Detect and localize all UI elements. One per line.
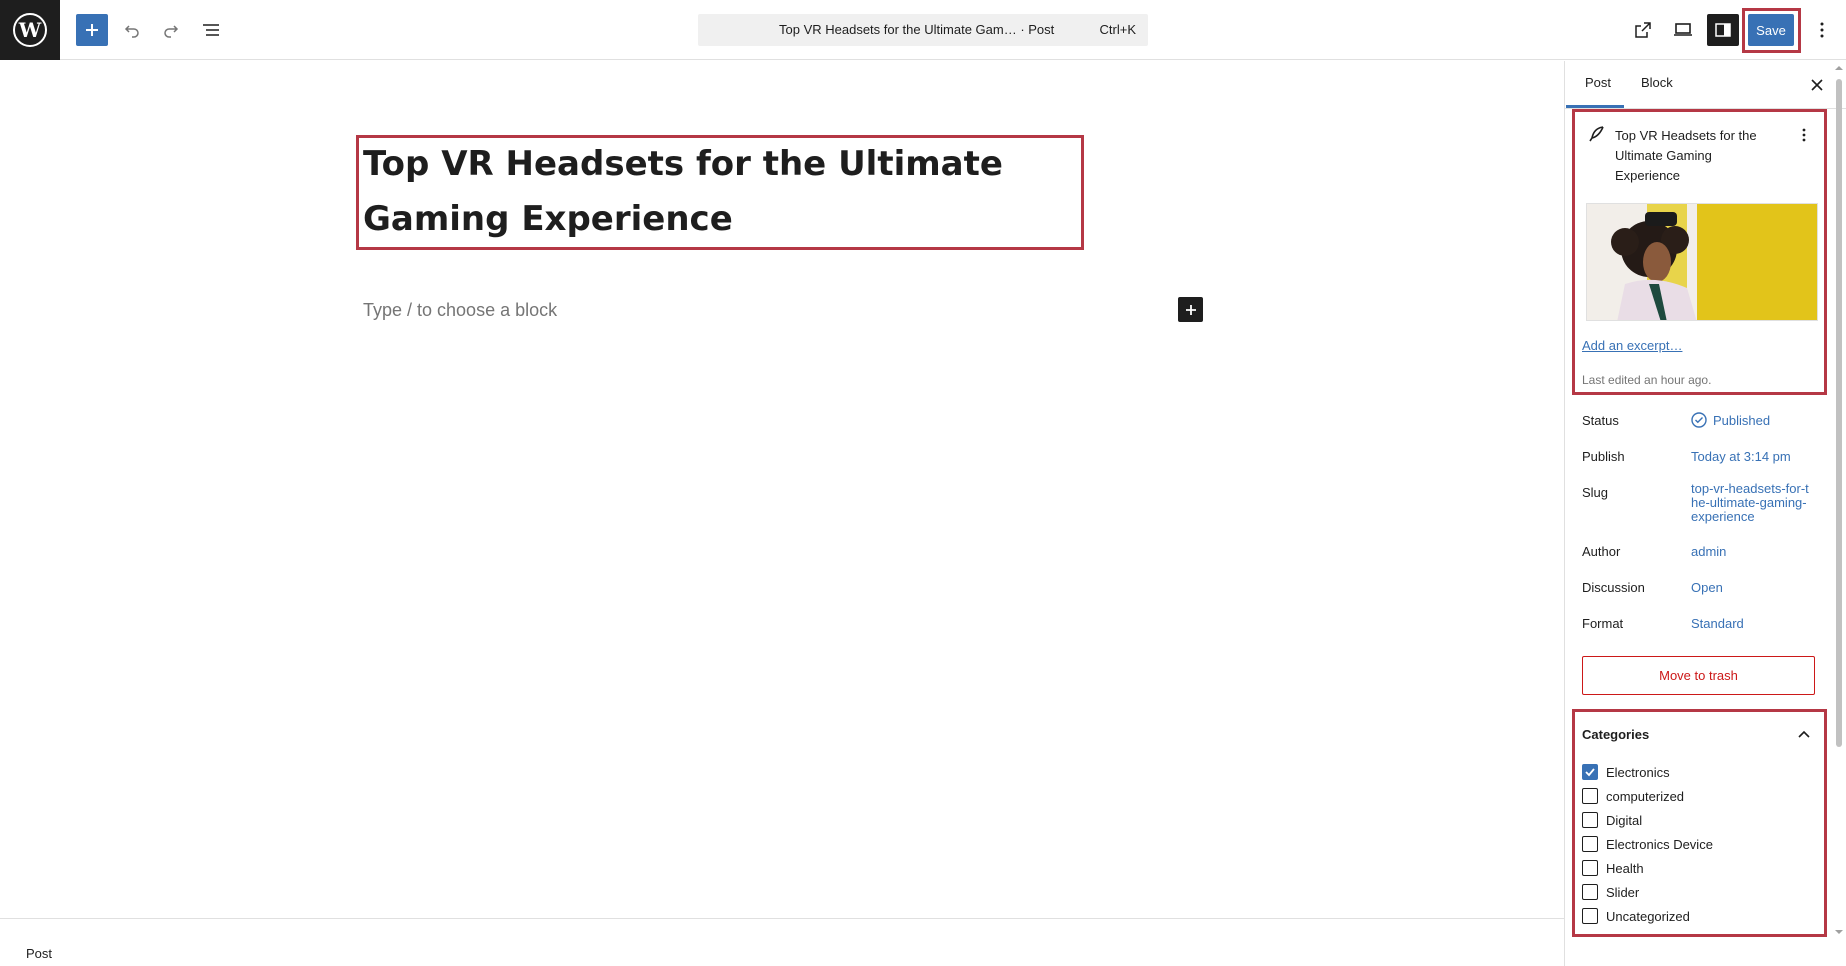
sidebar-tabs: Post Block	[1565, 61, 1846, 109]
author-label: Author	[1582, 544, 1621, 559]
save-button[interactable]: Save	[1748, 14, 1794, 46]
post-actions-icon[interactable]	[1794, 125, 1814, 145]
editor-canvas: Top VR Headsets for the Ultimate Gaming …	[0, 61, 1564, 932]
category-label: Health	[1606, 860, 1644, 876]
tab-block[interactable]: Block	[1641, 75, 1673, 90]
redo-icon[interactable]	[155, 14, 187, 46]
editor-header: W Top VR Headsets for the Ultimate Gam… …	[0, 0, 1846, 60]
command-palette-bar[interactable]: Top VR Headsets for the Ultimate Gam… · …	[698, 14, 1148, 46]
category-item[interactable]: Electronics	[1582, 763, 1670, 781]
active-tab-indicator	[1566, 105, 1624, 108]
category-item[interactable]: Slider	[1582, 883, 1639, 901]
more-options-icon[interactable]	[1806, 14, 1838, 46]
category-checkbox[interactable]	[1582, 884, 1598, 900]
command-bar-shortcut: Ctrl+K	[1099, 22, 1136, 37]
sidebar-post-title: Top VR Headsets for the Ultimate Gaming …	[1615, 128, 1757, 183]
category-checkbox[interactable]	[1582, 836, 1598, 852]
breadcrumb[interactable]: Post	[26, 946, 52, 961]
featured-image[interactable]	[1586, 203, 1818, 321]
category-checkbox[interactable]	[1582, 860, 1598, 876]
category-label: Uncategorized	[1606, 908, 1690, 924]
category-item[interactable]: Health	[1582, 859, 1644, 877]
format-label: Format	[1582, 616, 1624, 631]
author-value[interactable]: admin	[1691, 544, 1726, 559]
scrollbar-thumb[interactable]	[1836, 79, 1842, 747]
category-label: Electronics Device	[1606, 836, 1713, 852]
tab-post[interactable]: Post	[1585, 75, 1611, 90]
category-label: Electronics	[1606, 764, 1670, 780]
category-item[interactable]: Digital	[1582, 811, 1642, 829]
category-label: Slider	[1606, 884, 1640, 900]
scroll-down-arrow-icon[interactable]	[1834, 927, 1844, 937]
category-checkbox[interactable]	[1582, 908, 1598, 924]
publish-label: Publish	[1582, 449, 1625, 464]
slug-label: Slug	[1582, 485, 1609, 500]
slug-value[interactable]: top-vr-headsets-for-the-ultimate-gaming-…	[1691, 482, 1811, 524]
status-value[interactable]: Published	[1713, 413, 1770, 428]
publish-value[interactable]: Today at 3:14 pm	[1691, 449, 1791, 464]
move-to-trash-button[interactable]: Move to trash	[1582, 656, 1815, 695]
block-placeholder[interactable]: Type / to choose a block	[363, 300, 557, 321]
settings-sidebar-icon[interactable]	[1707, 14, 1739, 46]
format-value[interactable]: Standard	[1691, 616, 1744, 631]
category-checkbox[interactable]	[1582, 764, 1598, 780]
close-icon[interactable]	[1805, 73, 1829, 97]
sidebar-scrollbar[interactable]	[1832, 61, 1846, 941]
post-feather-icon	[1588, 125, 1606, 143]
published-check-icon	[1691, 412, 1707, 428]
preview-device-icon[interactable]	[1667, 14, 1699, 46]
chevron-up-icon[interactable]	[1795, 725, 1813, 743]
scroll-up-arrow-icon[interactable]	[1834, 63, 1844, 73]
category-item[interactable]: computerized	[1582, 787, 1684, 805]
category-label: Digital	[1606, 812, 1643, 828]
command-bar-title: Top VR Headsets for the Ultimate Gam… · …	[779, 22, 1055, 37]
add-block-inline-button[interactable]	[1178, 297, 1203, 322]
category-checkbox[interactable]	[1582, 812, 1598, 828]
svg-text:W: W	[18, 18, 42, 42]
editor-footer: Post	[0, 918, 1564, 966]
settings-sidebar: Post Block Top VR Headsets for the Ultim…	[1564, 61, 1846, 966]
category-item[interactable]: Electronics Device	[1582, 835, 1713, 853]
view-post-icon[interactable]	[1627, 14, 1659, 46]
add-excerpt-link[interactable]: Add an excerpt…	[1582, 338, 1682, 353]
category-label: computerized	[1606, 788, 1685, 804]
last-edited-text: Last edited an hour ago.	[1582, 373, 1712, 387]
category-item[interactable]: Uncategorized	[1582, 907, 1690, 925]
discussion-label: Discussion	[1582, 580, 1645, 595]
category-checkbox[interactable]	[1582, 788, 1598, 804]
post-title-input[interactable]: Top VR Headsets for the Ultimate Gaming …	[363, 137, 1083, 247]
categories-heading[interactable]: Categories	[1582, 727, 1649, 742]
add-block-button[interactable]	[76, 14, 108, 46]
undo-icon[interactable]	[116, 14, 148, 46]
wordpress-logo-icon[interactable]: W	[0, 0, 60, 60]
document-overview-icon[interactable]	[195, 14, 227, 46]
discussion-value[interactable]: Open	[1691, 580, 1723, 595]
status-label: Status	[1582, 413, 1619, 428]
